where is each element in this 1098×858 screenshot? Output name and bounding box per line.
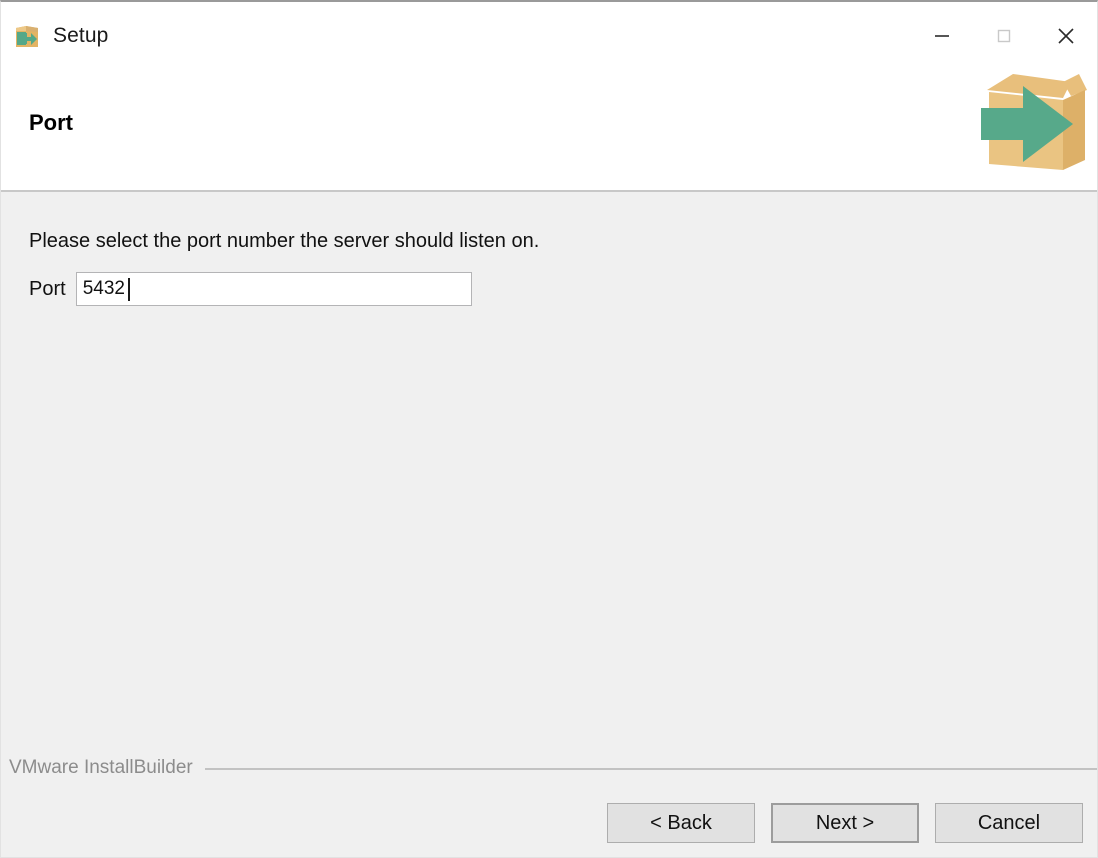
dialog-button-bar: < Back Next > Cancel [607,803,1083,843]
port-label: Port [29,277,66,300]
close-button[interactable] [1035,10,1097,62]
dialog-header: Setup Port [1,2,1097,192]
footer-divider [204,767,1097,770]
back-button[interactable]: < Back [607,803,755,843]
text-caret [127,278,130,301]
port-form-row: Port [29,272,472,306]
title-bar: Setup [1,2,1097,70]
brand-label: VMware InstallBuilder [9,757,193,778]
dialog-footer: VMware InstallBuilder < Back Next > Canc… [1,753,1097,857]
port-input-wrapper[interactable] [75,272,472,306]
open-box-with-green-arrow-icon [967,60,1091,180]
dialog-content: Please select the port number the server… [1,192,1097,753]
page-title: Port [29,110,73,135]
setup-box-arrow-icon [13,22,41,50]
cancel-button[interactable]: Cancel [935,803,1083,843]
window-title: Setup [53,24,109,47]
maximize-button[interactable] [973,10,1035,62]
next-button[interactable]: Next > [771,803,919,843]
port-input[interactable] [76,273,471,305]
minimize-button[interactable] [911,10,973,62]
instruction-text: Please select the port number the server… [29,230,540,252]
setup-dialog-window: Setup Port Please select the port number… [0,0,1098,858]
brand-row: VMware InstallBuilder [9,753,1097,783]
